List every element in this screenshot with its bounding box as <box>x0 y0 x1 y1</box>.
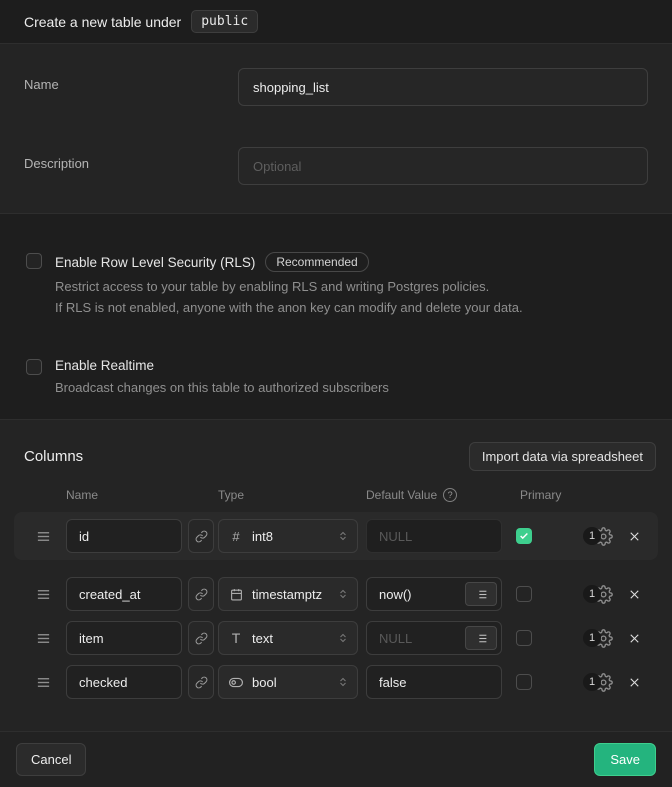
drag-handle-icon[interactable] <box>36 631 56 646</box>
rls-checkbox[interactable] <box>26 253 42 269</box>
column-row-created-at: timestamptz 1 <box>0 572 672 616</box>
schema-badge: public <box>191 10 258 33</box>
column-type-select[interactable]: # int8 <box>218 519 358 553</box>
column-type-select[interactable]: T text <box>218 621 358 655</box>
column-type-select[interactable]: bool <box>218 665 358 699</box>
chevron-updown-icon <box>337 631 349 645</box>
column-header-default: Default Value <box>366 488 437 502</box>
realtime-checkbox[interactable] <box>26 359 42 375</box>
columns-title: Columns <box>24 448 83 465</box>
settings-count-badge: 1 <box>583 527 601 545</box>
drag-handle-icon[interactable] <box>36 529 56 544</box>
create-table-dialog: Create a new table under public Name Des… <box>0 0 672 787</box>
foreign-key-icon[interactable] <box>188 519 214 553</box>
description-row: Description <box>24 147 648 185</box>
column-row-id: # int8 1 <box>14 512 658 560</box>
foreign-key-icon[interactable] <box>188 665 214 699</box>
text-type-icon: T <box>229 630 243 646</box>
boolean-toggle-icon <box>229 675 243 690</box>
rls-description-line2: If RLS is not enabled, anyone with the a… <box>55 297 523 318</box>
calendar-icon <box>229 588 243 601</box>
column-name-input[interactable] <box>66 577 182 611</box>
delete-column-icon[interactable] <box>627 631 642 646</box>
settings-count-badge: 1 <box>583 585 601 603</box>
name-label: Name <box>24 68 238 92</box>
table-name-input[interactable] <box>238 68 648 106</box>
chevron-updown-icon <box>337 675 349 689</box>
rls-description-line1: Restrict access to your table by enablin… <box>55 276 523 297</box>
chevron-updown-icon <box>337 587 349 601</box>
delete-column-icon[interactable] <box>627 675 642 690</box>
help-icon[interactable]: ? <box>443 488 457 502</box>
delete-column-icon[interactable] <box>627 587 642 602</box>
table-description-input[interactable] <box>238 147 648 185</box>
column-default-input <box>366 519 502 553</box>
dialog-header: Create a new table under public <box>0 0 672 44</box>
realtime-description: Broadcast changes on this table to autho… <box>55 377 389 398</box>
column-default-input[interactable] <box>366 665 502 699</box>
settings-count-badge: 1 <box>583 673 601 691</box>
column-header-name: Name <box>66 488 182 502</box>
rls-toggle-row: Enable Row Level Security (RLS) Recommen… <box>26 252 648 318</box>
description-label: Description <box>24 147 238 171</box>
column-header-primary: Primary <box>502 488 562 502</box>
column-name-input[interactable] <box>66 621 182 655</box>
drag-handle-icon[interactable] <box>36 587 56 602</box>
column-header-type: Type <box>218 488 358 502</box>
column-row-checked: bool 1 <box>0 660 672 704</box>
primary-key-checkbox[interactable] <box>516 630 532 646</box>
columns-grid-header: Name Type Default Value ? Primary <box>0 488 672 502</box>
foreign-key-icon[interactable] <box>188 621 214 655</box>
recommended-badge: Recommended <box>265 252 368 272</box>
table-info-section: Name Description <box>0 44 672 214</box>
rls-label: Enable Row Level Security (RLS) <box>55 255 255 270</box>
default-suggestions-icon[interactable] <box>465 582 497 606</box>
column-name-input[interactable] <box>66 665 182 699</box>
realtime-label: Enable Realtime <box>55 358 154 373</box>
hash-icon: # <box>229 529 243 544</box>
primary-key-checkbox[interactable] <box>516 674 532 690</box>
settings-count-badge: 1 <box>583 629 601 647</box>
columns-section: Columns Import data via spreadsheet Name… <box>0 420 672 731</box>
chevron-updown-icon <box>337 529 349 543</box>
column-row-item: T text 1 <box>0 616 672 660</box>
drag-handle-icon[interactable] <box>36 675 56 690</box>
save-button[interactable]: Save <box>594 743 656 776</box>
column-name-input[interactable] <box>66 519 182 553</box>
dialog-footer: Cancel Save <box>0 731 672 787</box>
foreign-key-icon[interactable] <box>188 577 214 611</box>
name-row: Name <box>24 68 648 106</box>
column-type-select[interactable]: timestamptz <box>218 577 358 611</box>
cancel-button[interactable]: Cancel <box>16 743 86 776</box>
delete-column-icon[interactable] <box>627 529 642 544</box>
import-spreadsheet-button[interactable]: Import data via spreadsheet <box>469 442 656 471</box>
primary-key-checkbox[interactable] <box>516 528 532 544</box>
options-section: Enable Row Level Security (RLS) Recommen… <box>0 214 672 420</box>
realtime-toggle-row: Enable Realtime Broadcast changes on thi… <box>26 358 648 398</box>
default-suggestions-icon[interactable] <box>465 626 497 650</box>
dialog-title: Create a new table under <box>24 14 181 30</box>
primary-key-checkbox[interactable] <box>516 586 532 602</box>
